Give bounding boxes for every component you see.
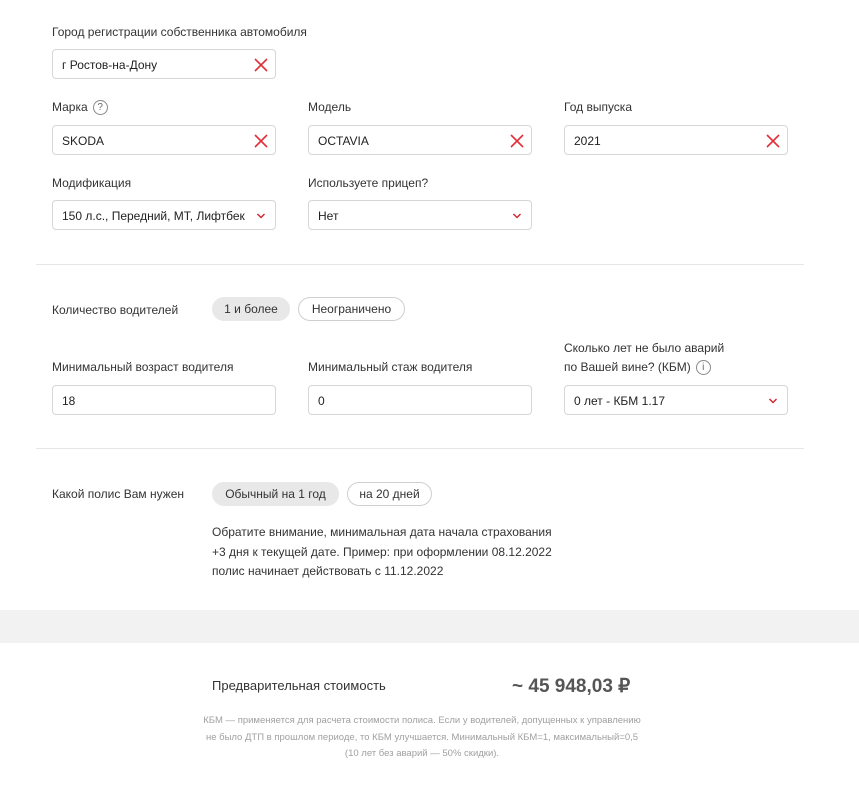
kbm-label-line1: Сколько лет не было аварий (564, 341, 725, 355)
section-band (0, 610, 859, 643)
min-age-label: Минимальный возраст водителя (52, 360, 234, 374)
city-input[interactable]: г Ростов-на-Дону (52, 49, 276, 79)
brand-label-text: Марка (52, 100, 88, 114)
notice-line: полис начинает действовать с 11.12.2022 (212, 564, 444, 578)
info-icon[interactable]: i (695, 360, 711, 376)
modification-value: 150 л.с., Передний, МТ, Лифтбек (62, 209, 245, 223)
model-value: OCTAVIA (318, 134, 369, 148)
drivers-count-label: Количество водителей (52, 303, 179, 317)
min-experience-input[interactable]: 0 (308, 385, 532, 415)
year-value: 2021 (574, 134, 601, 148)
brand-input[interactable]: SKODA (52, 125, 276, 155)
city-label: Город регистрации собственника автомобил… (52, 25, 307, 39)
min-experience-label: Минимальный стаж водителя (308, 360, 473, 374)
notice-line: Обратите внимание, минимальная дата нача… (212, 525, 552, 539)
min-experience-value: 0 (318, 394, 325, 408)
kbm-select[interactable]: 0 лет - КБМ 1.17 (564, 385, 788, 415)
drivers-option-one-or-more[interactable]: 1 и более (212, 297, 290, 321)
min-age-input[interactable]: 18 (52, 385, 276, 415)
modification-select[interactable]: 150 л.с., Передний, МТ, Лифтбек (52, 200, 276, 230)
kbm-label-line2: по Вашей вине? (КБМ) i (564, 358, 711, 376)
trailer-select[interactable]: Нет (308, 200, 532, 230)
clear-icon[interactable] (253, 57, 269, 73)
trailer-label: Используете прицеп? (308, 176, 429, 190)
kbm-footnote: КБМ — применяется для расчета стоимости … (170, 713, 674, 763)
model-input[interactable]: OCTAVIA (308, 125, 532, 155)
brand-label: Марка? (52, 98, 108, 116)
trailer-value: Нет (318, 209, 339, 223)
notice-line: +3 дня к текущей дате. Пример: при оформ… (212, 544, 552, 559)
city-value: г Ростов-на-Дону (62, 58, 158, 72)
chevron-down-icon (768, 398, 778, 404)
modification-label: Модификация (52, 176, 132, 190)
footnote-line: (10 лет без аварий — 50% скидки). (344, 748, 500, 759)
drivers-option-unlimited[interactable]: Неограничено (298, 297, 405, 321)
footnote-line: не было ДТП в прошлом периоде, то КБМ ул… (205, 731, 639, 743)
price-label: Предварительная стоимость (212, 678, 386, 693)
policy-notice: Обратите внимание, минимальная дата нача… (212, 523, 552, 582)
chevron-down-icon (512, 213, 522, 219)
policy-label: Какой полис Вам нужен (52, 487, 185, 501)
min-age-value: 18 (62, 394, 76, 408)
section-divider (36, 448, 804, 449)
policy-option-20-days[interactable]: на 20 дней (347, 482, 432, 506)
policy-option-one-year[interactable]: Обычный на 1 год (212, 482, 339, 506)
chevron-down-icon (256, 213, 266, 219)
brand-value: SKODA (62, 134, 105, 148)
year-label: Год выпуска (564, 100, 632, 114)
year-input[interactable]: 2021 (564, 125, 788, 155)
help-icon[interactable]: ? (92, 100, 108, 116)
kbm-label-text: по Вашей вине? (КБМ) (564, 360, 691, 374)
model-label: Модель (308, 100, 352, 114)
section-divider (36, 264, 804, 265)
clear-icon[interactable] (765, 133, 781, 149)
kbm-value: 0 лет - КБМ 1.17 (574, 394, 665, 408)
price-value: ~ 45 948,03 ₽ (512, 676, 631, 697)
footnote-line: КБМ — применяется для расчета стоимости … (203, 715, 641, 726)
clear-icon[interactable] (509, 133, 525, 149)
clear-icon[interactable] (253, 133, 269, 149)
